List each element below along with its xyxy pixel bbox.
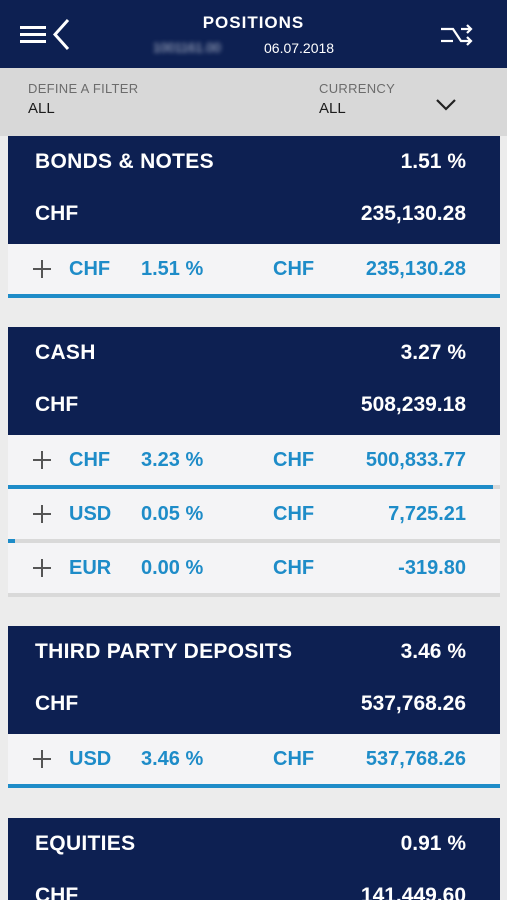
filter-bar: DEFINE A FILTER ALL CURRENCY ALL xyxy=(0,68,507,136)
group-currency: CHF xyxy=(35,884,79,900)
valuation-date: 06.07.2018 xyxy=(264,40,335,56)
group-amount: 235,130.28 xyxy=(360,202,466,225)
group-cash: CASH 3.27 % CHF 508,239.18 CHF 3.23 % CH… xyxy=(8,327,500,597)
row-amount: 7,725.21 xyxy=(388,503,466,525)
group-percent: 3.27 % xyxy=(400,341,466,364)
row-ref-currency: CHF xyxy=(273,503,315,525)
row-percent: 0.05 % xyxy=(141,503,204,525)
chevron-down-icon xyxy=(436,99,456,111)
expand-plus-icon[interactable] xyxy=(33,451,51,469)
group-third-party-deposits: THIRD PARTY DEPOSITS 3.46 % CHF 537,768.… xyxy=(8,626,500,788)
share-bar xyxy=(8,593,500,597)
row-percent: 3.46 % xyxy=(141,748,204,770)
group-name: EQUITIES xyxy=(35,832,136,855)
group-percent: 3.46 % xyxy=(400,640,466,663)
expand-plus-icon[interactable] xyxy=(33,260,51,278)
expand-plus-icon[interactable] xyxy=(33,750,51,768)
define-filter-label: DEFINE A FILTER xyxy=(28,81,139,96)
share-bar-fill xyxy=(8,294,500,298)
position-row[interactable]: CHF 1.51 % CHF 235,130.28 xyxy=(8,244,500,298)
share-bar-fill xyxy=(8,784,500,788)
group-name: CASH xyxy=(35,341,96,364)
row-ref-currency: CHF xyxy=(273,258,315,280)
group-amount: 508,239.18 xyxy=(360,393,466,416)
row-currency: CHF xyxy=(69,449,111,471)
group-percent: 0.91 % xyxy=(400,832,466,855)
row-amount: 235,130.28 xyxy=(365,258,466,280)
group-currency: CHF xyxy=(35,393,79,416)
row-percent: 0.00 % xyxy=(141,557,204,579)
row-currency: USD xyxy=(69,748,112,770)
portfolio-id: 1001161.00 xyxy=(153,40,221,55)
group-percent: 1.51 % xyxy=(400,150,466,173)
share-bar xyxy=(8,784,500,788)
group-header[interactable]: CASH 3.27 % CHF 508,239.18 xyxy=(8,327,500,435)
currency-value: ALL xyxy=(319,100,346,117)
define-filter-dropdown[interactable]: DEFINE A FILTER ALL xyxy=(28,68,288,136)
position-row[interactable]: USD 3.46 % CHF 537,768.26 xyxy=(8,734,500,788)
position-row[interactable]: EUR 0.00 % CHF -319.80 xyxy=(8,543,500,597)
group-amount: 141,449.60 xyxy=(360,884,466,900)
row-ref-currency: CHF xyxy=(273,449,315,471)
currency-label: CURRENCY xyxy=(319,81,396,96)
group-header[interactable]: BONDS & NOTES 1.51 % CHF 235,130.28 xyxy=(8,136,500,244)
group-currency: CHF xyxy=(35,692,79,715)
swap-arrows-icon xyxy=(441,24,473,46)
swap-button[interactable] xyxy=(439,20,475,50)
share-bar xyxy=(8,294,500,298)
row-amount: -319.80 xyxy=(398,557,466,579)
group-header[interactable]: EQUITIES 0.91 % CHF 141,449.60 xyxy=(8,818,500,900)
row-percent: 1.51 % xyxy=(141,258,204,280)
define-filter-value: ALL xyxy=(28,100,55,117)
group-header[interactable]: THIRD PARTY DEPOSITS 3.46 % CHF 537,768.… xyxy=(8,626,500,734)
row-ref-currency: CHF xyxy=(273,557,315,579)
row-amount: 500,833.77 xyxy=(365,449,466,471)
row-currency: USD xyxy=(69,503,112,525)
group-equities: EQUITIES 0.91 % CHF 141,449.60 xyxy=(8,818,500,900)
group-name: BONDS & NOTES xyxy=(35,150,214,173)
row-percent: 3.23 % xyxy=(141,449,204,471)
page-title: POSITIONS xyxy=(202,13,305,32)
expand-plus-icon[interactable] xyxy=(33,559,51,577)
row-currency: EUR xyxy=(69,557,112,579)
currency-dropdown[interactable]: CURRENCY ALL xyxy=(319,68,489,136)
row-currency: CHF xyxy=(69,258,111,280)
position-row[interactable]: USD 0.05 % CHF 7,725.21 xyxy=(8,489,500,543)
row-amount: 537,768.26 xyxy=(365,748,466,770)
position-row[interactable]: CHF 3.23 % CHF 500,833.77 xyxy=(8,435,500,489)
group-name: THIRD PARTY DEPOSITS xyxy=(35,640,293,663)
row-ref-currency: CHF xyxy=(273,748,315,770)
expand-plus-icon[interactable] xyxy=(33,505,51,523)
top-app-bar: POSITIONS 1001161.00 06.07.2018 xyxy=(0,0,507,68)
group-bonds-notes: BONDS & NOTES 1.51 % CHF 235,130.28 CHF … xyxy=(8,136,500,298)
group-amount: 537,768.26 xyxy=(360,692,466,715)
group-currency: CHF xyxy=(35,202,79,225)
